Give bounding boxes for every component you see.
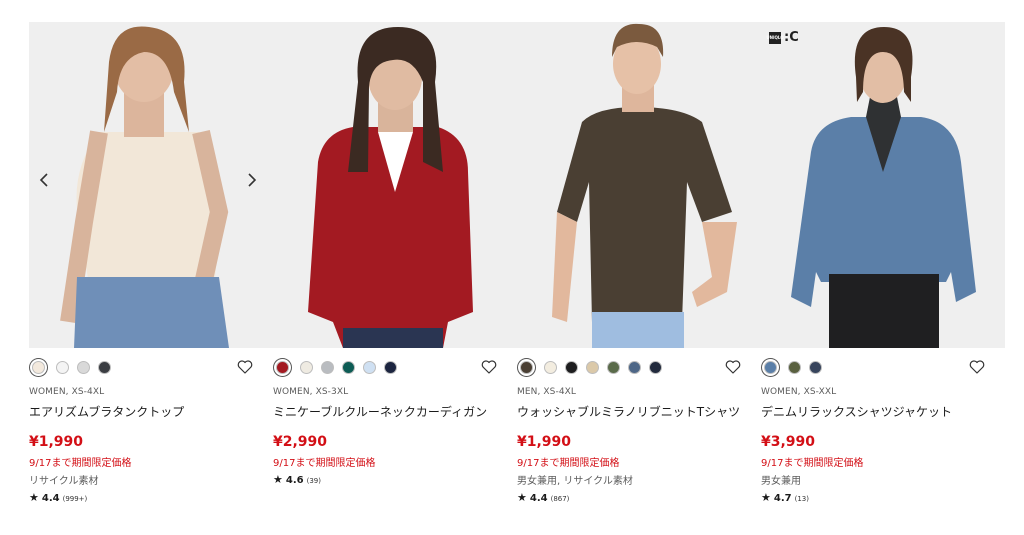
promo-text: 9/17まで期間限定価格 — [761, 458, 864, 469]
color-swatch[interactable] — [32, 360, 45, 374]
color-swatch[interactable] — [586, 360, 599, 374]
carousel-prev-button[interactable] — [39, 172, 59, 198]
rating-score: 4.4 — [41, 493, 60, 504]
rating-score: 4.7 — [773, 493, 792, 504]
product-name[interactable]: ウォッシャブルミラノリブニットTシャツ — [517, 403, 761, 420]
gender-size: WOMEN, XS-3XL — [273, 387, 349, 397]
color-swatch[interactable] — [809, 360, 822, 374]
rating: ★ 4.6 (39) — [273, 473, 517, 486]
rating-score: 4.6 — [285, 475, 304, 486]
rating: ★ 4.4 (999+) — [29, 491, 273, 504]
color-swatch[interactable] — [649, 360, 662, 374]
color-swatches — [517, 356, 761, 378]
color-swatches — [29, 356, 273, 378]
product-card[interactable]: WOMEN, XS-3XL ミニケーブルクルーネックカーディガン ¥2,990 … — [273, 22, 517, 504]
color-swatch[interactable] — [300, 360, 313, 374]
product-note: 男女兼用 — [761, 476, 801, 487]
review-count: (867) — [550, 495, 570, 503]
color-swatch[interactable] — [544, 360, 557, 374]
rating: ★ 4.7 (13) — [761, 491, 1005, 504]
promo-text: 9/17まで期間限定価格 — [517, 458, 620, 469]
star-icon: ★ — [273, 473, 283, 486]
color-swatch[interactable] — [520, 360, 533, 374]
rating: ★ 4.4 (867) — [517, 491, 761, 504]
color-swatches — [761, 356, 1005, 378]
color-swatch[interactable] — [607, 360, 620, 374]
product-name[interactable]: ミニケーブルクルーネックカーディガン — [273, 403, 517, 420]
product-grid: WOMEN, XS-4XL エアリズムブラタンクトップ ¥1,990 9/17ま… — [29, 22, 1005, 504]
product-price: ¥2,990 — [273, 434, 328, 450]
brand-logo-text: :C — [784, 30, 799, 45]
favorite-heart-icon[interactable] — [968, 358, 986, 376]
color-swatch[interactable] — [342, 360, 355, 374]
product-price: ¥3,990 — [761, 434, 816, 450]
favorite-heart-icon[interactable] — [236, 358, 254, 376]
review-count: (13) — [794, 495, 809, 503]
product-card[interactable]: WOMEN, XS-4XL エアリズムブラタンクトップ ¥1,990 9/17ま… — [29, 22, 273, 504]
product-price: ¥1,990 — [517, 434, 572, 450]
color-swatch[interactable] — [276, 360, 289, 374]
gender-size: WOMEN, XS-4XL — [29, 387, 105, 397]
color-swatches — [273, 356, 517, 378]
favorite-heart-icon[interactable] — [724, 358, 742, 376]
color-swatch[interactable] — [384, 360, 397, 374]
product-price: ¥1,990 — [29, 434, 84, 450]
color-swatch[interactable] — [363, 360, 376, 374]
review-count: (999+) — [62, 495, 88, 503]
promo-text: 9/17まで期間限定価格 — [273, 458, 376, 469]
product-card[interactable]: UNIQLO :C WOMEN, XS-XXL デニムリラックスシャツジャケット… — [761, 22, 1005, 504]
product-image[interactable] — [517, 22, 761, 348]
carousel-next-button[interactable] — [247, 172, 267, 198]
chevron-left-icon — [39, 173, 48, 187]
brand-logo: UNIQLO :C — [766, 30, 799, 45]
product-name[interactable]: エアリズムブラタンクトップ — [29, 403, 273, 420]
product-note: 男女兼用, リサイクル素材 — [517, 476, 633, 487]
star-icon: ★ — [761, 491, 771, 504]
star-icon: ★ — [517, 491, 527, 504]
color-swatch[interactable] — [77, 360, 90, 374]
product-card[interactable]: MEN, XS-4XL ウォッシャブルミラノリブニットTシャツ ¥1,990 9… — [517, 22, 761, 504]
product-image[interactable]: UNIQLO :C — [761, 22, 1005, 348]
product-note: リサイクル素材 — [29, 476, 99, 487]
color-swatch[interactable] — [56, 360, 69, 374]
gender-size: WOMEN, XS-XXL — [761, 387, 837, 397]
product-image[interactable] — [29, 22, 273, 348]
gender-size: MEN, XS-4XL — [517, 387, 577, 397]
chevron-right-icon — [248, 173, 257, 187]
promo-text: 9/17まで期間限定価格 — [29, 458, 132, 469]
color-swatch[interactable] — [321, 360, 334, 374]
product-name[interactable]: デニムリラックスシャツジャケット — [761, 403, 1005, 420]
brand-logo-box: UNIQLO — [766, 31, 784, 44]
product-image[interactable] — [273, 22, 517, 348]
star-icon: ★ — [29, 491, 39, 504]
color-swatch[interactable] — [98, 360, 111, 374]
favorite-heart-icon[interactable] — [480, 358, 498, 376]
color-swatch[interactable] — [764, 360, 777, 374]
color-swatch[interactable] — [628, 360, 641, 374]
color-swatch[interactable] — [788, 360, 801, 374]
rating-score: 4.4 — [529, 493, 548, 504]
color-swatch[interactable] — [565, 360, 578, 374]
review-count: (39) — [306, 477, 321, 485]
